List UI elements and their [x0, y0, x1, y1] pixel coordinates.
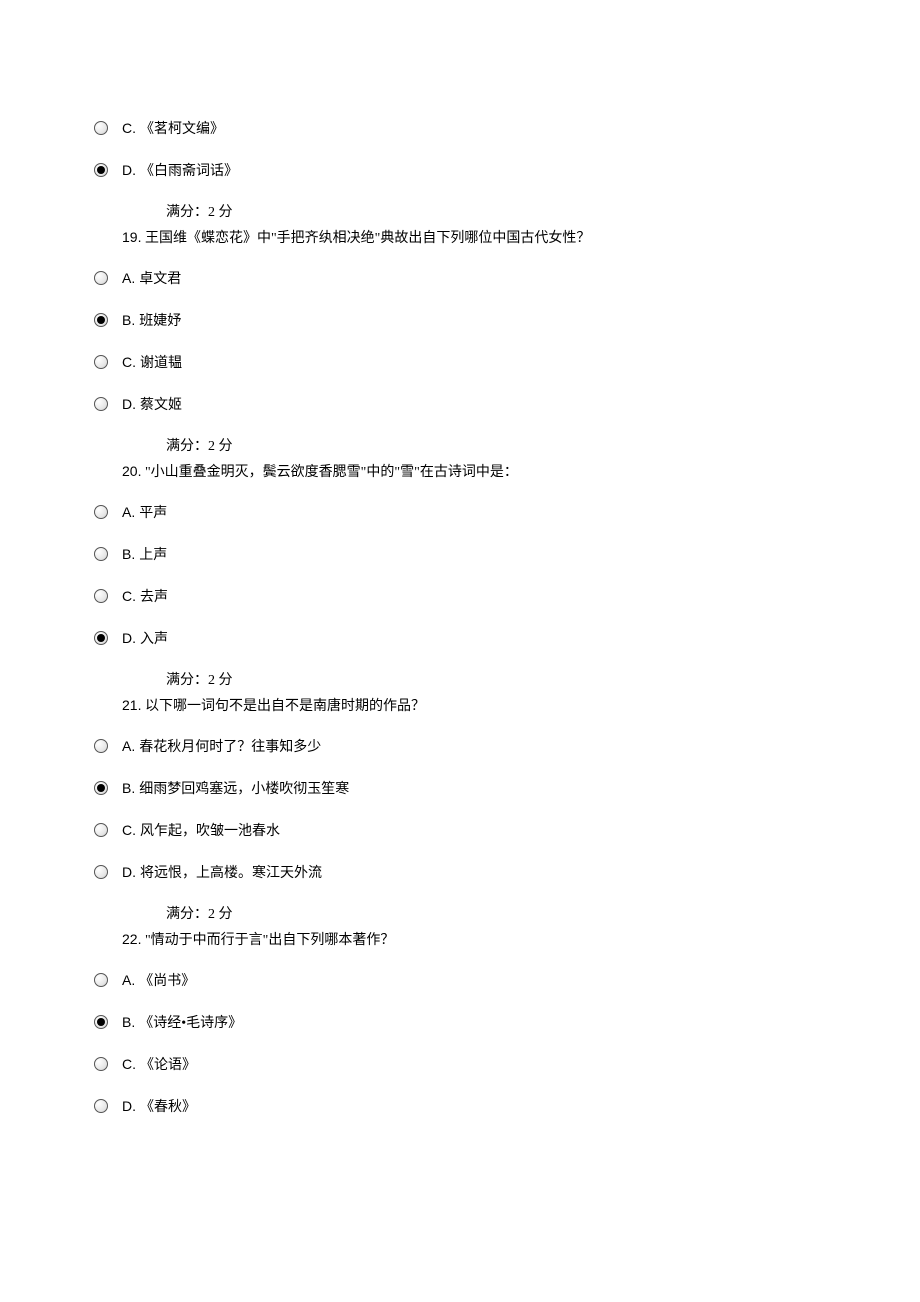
- radio-button[interactable]: [94, 355, 108, 369]
- option-row: D.《春秋》: [94, 1096, 920, 1116]
- option-letter: D.: [122, 1098, 136, 1114]
- option-letter: D.: [122, 630, 136, 646]
- question-number: 19.: [122, 229, 141, 245]
- option-row: A.平声: [94, 502, 920, 522]
- radio-button[interactable]: [94, 547, 108, 561]
- option-letter: A.: [122, 270, 135, 286]
- radio-button[interactable]: [94, 271, 108, 285]
- radio-button[interactable]: [94, 865, 108, 879]
- option-letter: D.: [122, 162, 136, 178]
- question-line: 21. 以下哪一词句不是出自不是南唐时期的作品？: [122, 694, 920, 718]
- option-text: 《春秋》: [140, 1096, 196, 1116]
- question-line: 20. "小山重叠金明灭，鬓云欲度香腮雪"中的"雪"在古诗词中是：: [122, 460, 920, 484]
- option-row: D.入声: [94, 628, 920, 648]
- option-row: C.《论语》: [94, 1054, 920, 1074]
- option-row: C.谢道韫: [94, 352, 920, 372]
- score-label: 满分：2 分: [122, 436, 920, 458]
- quiz-content: C.《茗柯文编》D.《白雨斋词话》 满分：2 分19. 王国维《蝶恋花》中"手把…: [0, 0, 920, 1116]
- radio-button[interactable]: [94, 313, 108, 327]
- option-text: 《诗经•毛诗序》: [139, 1012, 242, 1032]
- option-row: C.风乍起，吹皱一池春水: [94, 820, 920, 840]
- question-header: 满分：2 分19. 王国维《蝶恋花》中"手把齐纨相决绝"典故出自下列哪位中国古代…: [122, 202, 920, 250]
- question-header: 满分：2 分20. "小山重叠金明灭，鬓云欲度香腮雪"中的"雪"在古诗词中是：: [122, 436, 920, 484]
- option-text: 蔡文姬: [140, 394, 182, 414]
- option-letter: C.: [122, 588, 136, 604]
- question-number: 20.: [122, 463, 141, 479]
- question-text: 以下哪一词句不是出自不是南唐时期的作品？: [141, 699, 425, 714]
- option-letter: D.: [122, 864, 136, 880]
- option-letter: D.: [122, 396, 136, 412]
- question-header: 满分：2 分22. "情动于中而行于言"出自下列哪本著作？: [122, 904, 920, 952]
- option-row: B.上声: [94, 544, 920, 564]
- question-header: 满分：2 分21. 以下哪一词句不是出自不是南唐时期的作品？: [122, 670, 920, 718]
- option-text: 风乍起，吹皱一池春水: [140, 820, 280, 840]
- radio-button[interactable]: [94, 739, 108, 753]
- radio-button[interactable]: [94, 631, 108, 645]
- radio-button[interactable]: [94, 1057, 108, 1071]
- option-text: 去声: [140, 586, 168, 606]
- radio-button[interactable]: [94, 781, 108, 795]
- radio-button[interactable]: [94, 823, 108, 837]
- radio-button[interactable]: [94, 163, 108, 177]
- option-row: C.《茗柯文编》: [94, 118, 920, 138]
- option-text: 《茗柯文编》: [140, 118, 224, 138]
- option-text: 将远恨，上高楼。寒江天外流: [140, 862, 322, 882]
- option-row: C.去声: [94, 586, 920, 606]
- option-letter: C.: [122, 354, 136, 370]
- question-line: 22. "情动于中而行于言"出自下列哪本著作？: [122, 928, 920, 952]
- question-line: 19. 王国维《蝶恋花》中"手把齐纨相决绝"典故出自下列哪位中国古代女性？: [122, 226, 920, 250]
- option-text: 上声: [139, 544, 167, 564]
- option-letter: B.: [122, 546, 135, 562]
- option-row: A.春花秋月何时了？往事知多少: [94, 736, 920, 756]
- question-text: 王国维《蝶恋花》中"手把齐纨相决绝"典故出自下列哪位中国古代女性？: [141, 231, 590, 246]
- option-letter: B.: [122, 312, 135, 328]
- option-letter: A.: [122, 504, 135, 520]
- radio-button[interactable]: [94, 1015, 108, 1029]
- option-row: D.将远恨，上高楼。寒江天外流: [94, 862, 920, 882]
- option-row: D.蔡文姬: [94, 394, 920, 414]
- radio-button[interactable]: [94, 973, 108, 987]
- option-letter: C.: [122, 822, 136, 838]
- option-row: A.卓文君: [94, 268, 920, 288]
- radio-button[interactable]: [94, 589, 108, 603]
- option-letter: B.: [122, 780, 135, 796]
- option-text: 细雨梦回鸡塞远，小楼吹彻玉笙寒: [139, 778, 349, 798]
- option-text: 谢道韫: [140, 352, 182, 372]
- option-letter: B.: [122, 1014, 135, 1030]
- option-text: 平声: [139, 502, 167, 522]
- option-text: 《论语》: [140, 1054, 196, 1074]
- option-text: 班婕妤: [139, 310, 181, 330]
- question-text: "情动于中而行于言"出自下列哪本著作？: [141, 933, 394, 948]
- option-letter: A.: [122, 738, 135, 754]
- score-label: 满分：2 分: [122, 670, 920, 692]
- question-text: "小山重叠金明灭，鬓云欲度香腮雪"中的"雪"在古诗词中是：: [141, 465, 517, 480]
- option-text: 卓文君: [139, 268, 181, 288]
- option-text: 《尚书》: [139, 970, 195, 990]
- question-number: 21.: [122, 697, 141, 713]
- option-row: B.细雨梦回鸡塞远，小楼吹彻玉笙寒: [94, 778, 920, 798]
- radio-button[interactable]: [94, 505, 108, 519]
- option-row: D.《白雨斋词话》: [94, 160, 920, 180]
- option-row: B.班婕妤: [94, 310, 920, 330]
- option-text: 《白雨斋词话》: [140, 160, 238, 180]
- radio-button[interactable]: [94, 121, 108, 135]
- score-label: 满分：2 分: [122, 202, 920, 224]
- option-letter: C.: [122, 1056, 136, 1072]
- radio-button[interactable]: [94, 1099, 108, 1113]
- option-row: B.《诗经•毛诗序》: [94, 1012, 920, 1032]
- score-label: 满分：2 分: [122, 904, 920, 926]
- option-text: 春花秋月何时了？往事知多少: [139, 736, 321, 756]
- option-row: A.《尚书》: [94, 970, 920, 990]
- option-letter: C.: [122, 120, 136, 136]
- option-text: 入声: [140, 628, 168, 648]
- radio-button[interactable]: [94, 397, 108, 411]
- question-number: 22.: [122, 931, 141, 947]
- option-letter: A.: [122, 972, 135, 988]
